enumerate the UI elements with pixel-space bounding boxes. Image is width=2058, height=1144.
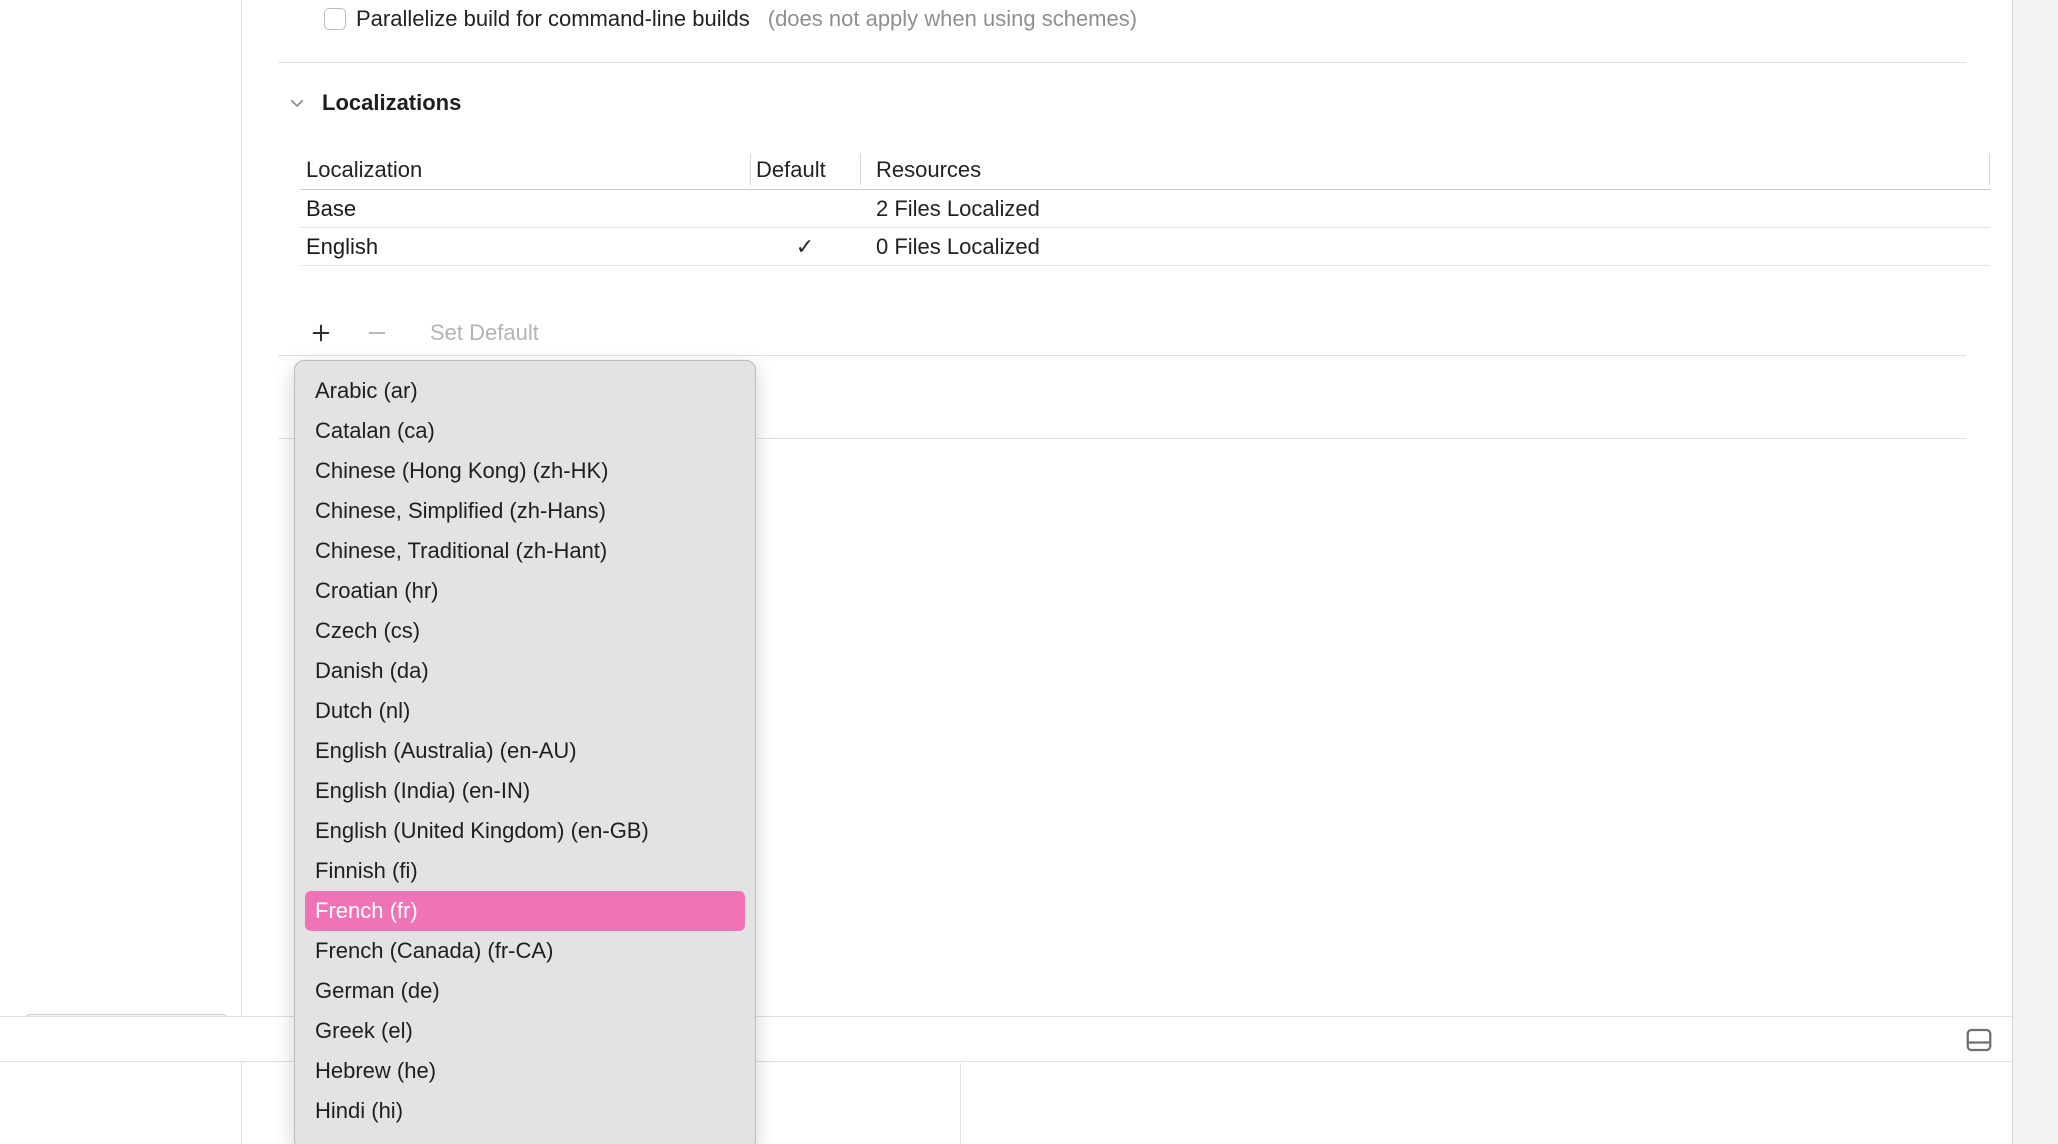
loc-name: Base bbox=[300, 196, 750, 222]
loc-name: English bbox=[300, 234, 750, 260]
col-resources[interactable]: Resources bbox=[860, 157, 1990, 183]
parallelize-build-checkbox[interactable] bbox=[324, 8, 346, 30]
table-row[interactable]: English ✓ 0 Files Localized bbox=[300, 228, 1990, 266]
localizations-title: Localizations bbox=[322, 90, 461, 116]
language-menu-item[interactable]: Chinese (Hong Kong) (zh-HK) bbox=[305, 451, 745, 491]
col-localization[interactable]: Localization bbox=[300, 157, 750, 183]
language-menu-item[interactable]: Arabic (ar) bbox=[305, 371, 745, 411]
loc-resources: 0 Files Localized bbox=[860, 234, 1990, 260]
language-menu-item[interactable]: French (fr) bbox=[305, 891, 745, 931]
localizations-header[interactable]: Localizations bbox=[288, 90, 461, 116]
parallelize-build-row: Parallelize build for command-line build… bbox=[324, 6, 1137, 32]
language-menu-item[interactable]: Czech (cs) bbox=[305, 611, 745, 651]
parallelize-build-hint: (does not apply when using schemes) bbox=[768, 6, 1137, 32]
language-menu-item[interactable]: Hebrew (he) bbox=[305, 1051, 745, 1091]
project-navigator bbox=[0, 0, 242, 1144]
table-row[interactable]: Base 2 Files Localized bbox=[300, 190, 1990, 228]
loc-resources: 2 Files Localized bbox=[860, 196, 1990, 222]
inspector-gutter bbox=[2012, 0, 2058, 1144]
language-menu-item[interactable]: Danish (da) bbox=[305, 651, 745, 691]
language-menu-item[interactable]: French (Canada) (fr-CA) bbox=[305, 931, 745, 971]
remove-localization-button[interactable] bbox=[364, 320, 390, 346]
table-header: Localization Default Resources bbox=[300, 150, 1990, 190]
language-menu-item[interactable]: English (India) (en-IN) bbox=[305, 771, 745, 811]
localizations-toolbar: Set Default bbox=[278, 310, 1966, 356]
parallelize-build-label: Parallelize build for command-line build… bbox=[356, 6, 750, 32]
language-menu-item[interactable]: Dutch (nl) bbox=[305, 691, 745, 731]
language-menu-item[interactable]: English (Australia) (en-AU) bbox=[305, 731, 745, 771]
language-menu-item[interactable]: Finnish (fi) bbox=[305, 851, 745, 891]
language-menu-item[interactable]: Chinese, Simplified (zh-Hans) bbox=[305, 491, 745, 531]
add-localization-menu[interactable]: Arabic (ar)Catalan (ca)Chinese (Hong Kon… bbox=[294, 360, 756, 1144]
set-default-button[interactable]: Set Default bbox=[430, 320, 539, 346]
language-menu-item[interactable]: Hindi (hi) bbox=[305, 1091, 745, 1131]
language-menu-item[interactable]: Croatian (hr) bbox=[305, 571, 745, 611]
bottom-drawer-icon[interactable] bbox=[1964, 1025, 1994, 1055]
language-menu-item[interactable]: English (United Kingdom) (en-GB) bbox=[305, 811, 745, 851]
language-menu-item[interactable]: Greek (el) bbox=[305, 1011, 745, 1051]
localizations-table: Localization Default Resources Base 2 Fi… bbox=[300, 150, 1990, 266]
col-default[interactable]: Default bbox=[750, 157, 860, 183]
language-menu-item[interactable]: German (de) bbox=[305, 971, 745, 1011]
loc-default-mark: ✓ bbox=[750, 234, 860, 260]
add-localization-button[interactable] bbox=[308, 320, 334, 346]
project-settings-pane: Parallelize build for command-line build… bbox=[242, 0, 2012, 1144]
divider bbox=[278, 62, 1966, 63]
chevron-down-icon bbox=[288, 94, 306, 112]
language-menu-item[interactable]: Catalan (ca) bbox=[305, 411, 745, 451]
language-menu-item[interactable]: Chinese, Traditional (zh-Hant) bbox=[305, 531, 745, 571]
